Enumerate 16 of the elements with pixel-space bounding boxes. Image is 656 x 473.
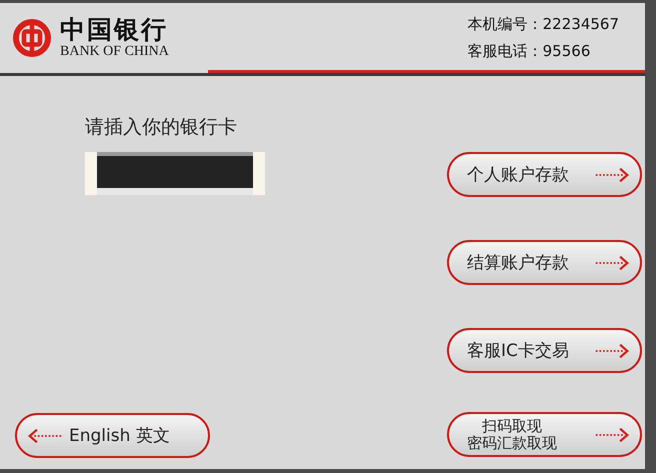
- logo-icon: [12, 18, 52, 58]
- right-arrow-icon: [594, 342, 630, 360]
- machine-info: 本机编号：22234567: [468, 15, 619, 34]
- menu-button[interactable]: 扫码取现 密码汇款取现: [447, 412, 642, 457]
- right-arrow-icon: [594, 426, 630, 444]
- menu-button[interactable]: 结算账户存款: [447, 240, 642, 285]
- left-arrow-icon: [27, 426, 63, 444]
- right-arrow-icon: [594, 254, 630, 272]
- bank-name: 中国银行: [60, 16, 169, 44]
- machine-info: 客服电话：95566: [468, 42, 592, 61]
- menu-button[interactable]: 客服IC卡交易: [447, 328, 642, 373]
- menu-button[interactable]: 个人账户存款: [447, 152, 642, 197]
- language-button[interactable]: English 英文: [15, 413, 210, 458]
- prompt-text: 请插入你的银行卡: [85, 115, 237, 140]
- right-arrow-icon: [594, 166, 630, 184]
- bank-name-english: BANK OF CHINA: [60, 44, 169, 60]
